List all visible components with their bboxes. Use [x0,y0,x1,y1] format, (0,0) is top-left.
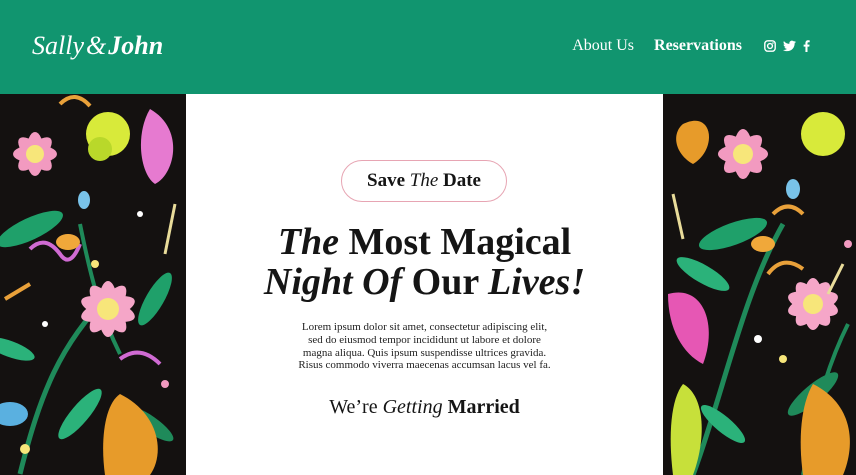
floral-pattern-left [0,94,186,475]
site-header: Sally&John About Us Reservations [0,0,856,94]
description-line: Lorem ipsum dolor sit amet, consectetur … [301,321,548,333]
hero-headline: The Most Magical Night Of Our Lives! [186,222,663,302]
logo-second-name: John [108,31,164,60]
married-were: We’re [329,396,378,418]
main-nav: About Us Reservations [572,36,810,56]
nav-about-us[interactable]: About Us [572,37,634,55]
headline-most-magical: Most Magical [348,221,572,263]
headline-our: Our [411,261,479,303]
floral-decoration [0,95,177,475]
floral-pattern-right [663,94,856,475]
headline-night-of: Night Of [263,261,403,303]
badge-date: Date [443,170,481,191]
facebook-icon[interactable] [803,40,810,52]
headline-line-2: Night Of Our Lives! [186,262,663,302]
description-line: magna aliqua. Quis ipsum suspendisse ult… [302,346,547,359]
married-getting: Getting [382,396,443,418]
site-logo[interactable]: Sally&John [32,30,163,62]
headline-line-1: The Most Magical [186,222,663,262]
nav-reservations[interactable]: Reservations [654,37,742,55]
headline-word-the: The [277,221,340,263]
hero-description: Lorem ipsum dolor sit amet, consectetur … [276,321,573,372]
floral-decoration [668,112,852,475]
twitter-icon[interactable] [783,40,796,52]
hero-section: Save The Date The Most Magical Night Of … [186,94,663,475]
badge-the: The [409,170,439,191]
description-line: Risus commodo viverra maecenas accumsan … [298,359,551,372]
getting-married-subheading: We’re Getting Married [186,394,663,420]
description-line: sed do eiusmod tempor incididunt ut labo… [308,333,541,346]
badge-save: Save [367,170,405,191]
social-links [764,40,810,52]
married-married: Married [447,396,520,418]
save-the-date-badge: Save The Date [341,160,507,202]
logo-ampersand: & [86,31,107,60]
logo-first-name: Sally [32,31,84,60]
headline-lives: Lives! [488,261,586,303]
instagram-icon[interactable] [764,40,776,52]
